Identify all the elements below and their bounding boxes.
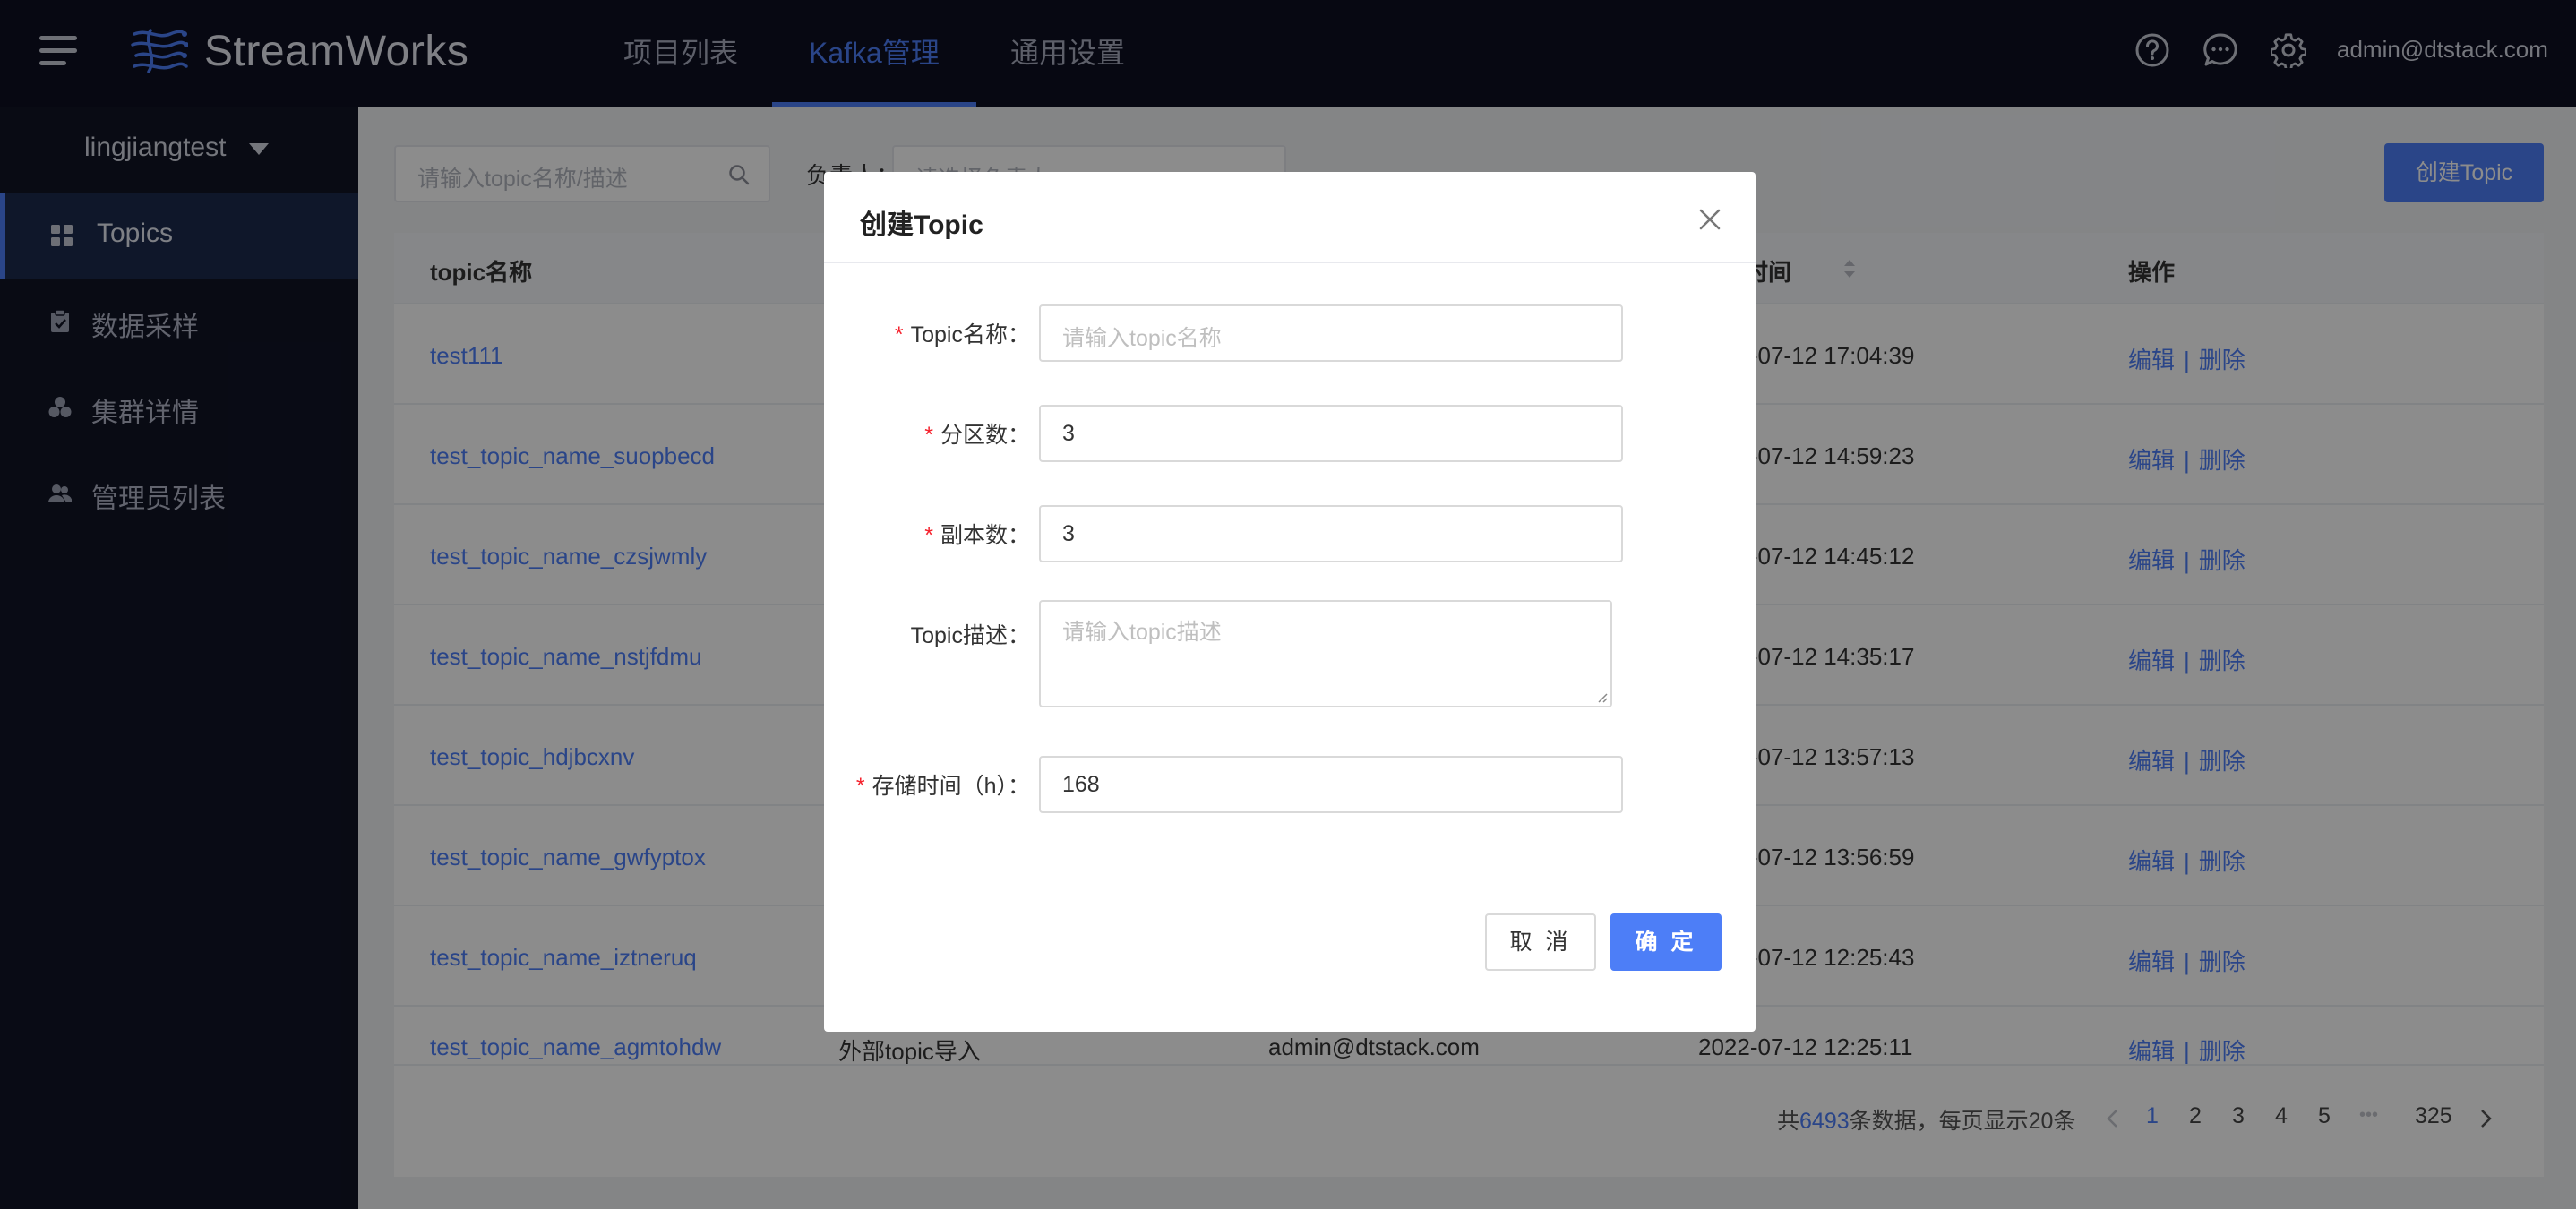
replicas-value: 3 bbox=[1062, 521, 1075, 546]
partitions-input[interactable]: 3 bbox=[1039, 405, 1623, 462]
confirm-button[interactable]: 确 定 bbox=[1610, 913, 1722, 971]
topic-description-label: Topic描述： bbox=[910, 623, 1030, 648]
retention-label: * 存储时间（h）： bbox=[855, 774, 1030, 799]
create-topic-modal: 创建Topic * Topic名称： 请输入topic名称 * 分区数： 3 * 副本… bbox=[824, 172, 1756, 1032]
retention-input[interactable]: 168 bbox=[1039, 756, 1623, 813]
topic-description-placeholder: 请输入topic描述 bbox=[1062, 620, 1222, 645]
partitions-value: 3 bbox=[1062, 421, 1075, 446]
topic-description-textarea[interactable]: 请输入topic描述 bbox=[1039, 600, 1612, 707]
resize-handle-icon[interactable] bbox=[1595, 690, 1608, 703]
topic-name-input[interactable]: 请输入topic名称 bbox=[1039, 304, 1623, 362]
modal-header: 创建Topic bbox=[824, 172, 1756, 263]
partitions-label: * 分区数： bbox=[924, 423, 1030, 448]
close-icon[interactable] bbox=[1698, 208, 1722, 231]
topic-name-placeholder: 请输入topic名称 bbox=[1062, 326, 1222, 351]
replicas-input[interactable]: 3 bbox=[1039, 505, 1623, 562]
retention-value: 168 bbox=[1062, 772, 1100, 797]
replicas-label: * 副本数： bbox=[924, 523, 1030, 548]
topic-name-label: * Topic名称： bbox=[894, 322, 1030, 347]
modal-title: 创建Topic bbox=[860, 210, 983, 240]
cancel-button[interactable]: 取 消 bbox=[1485, 913, 1596, 971]
